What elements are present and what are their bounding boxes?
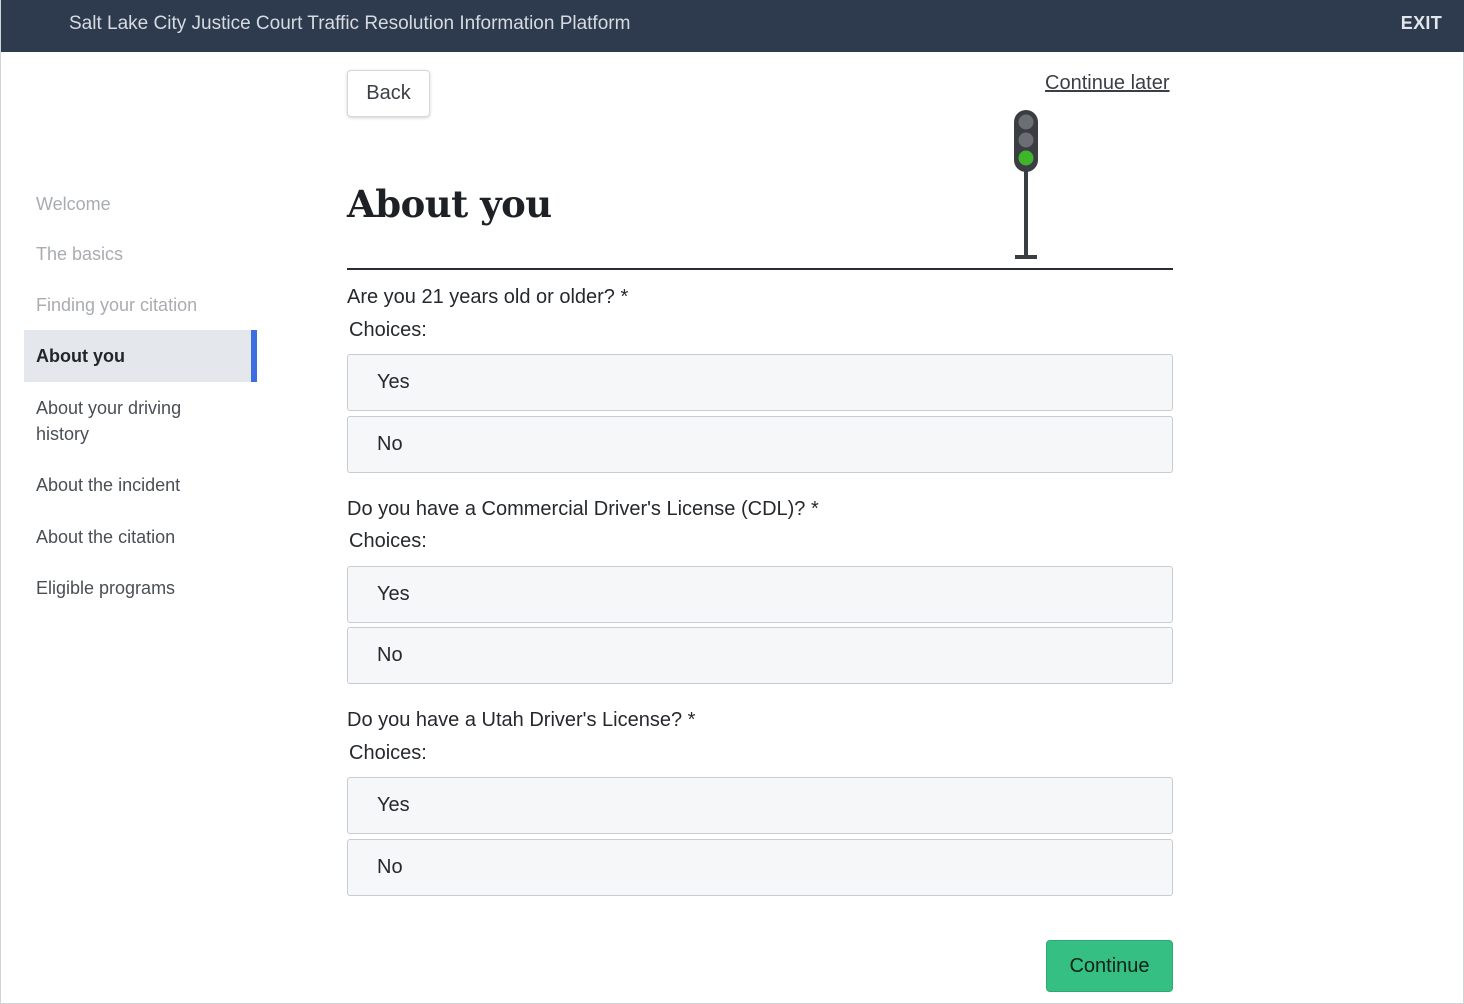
choice-cdl-yes[interactable]: Yes (347, 566, 1173, 623)
sidebar-item-finding-your-citation[interactable]: Finding your citation (24, 279, 257, 330)
title-divider (347, 268, 1173, 270)
choices-label: Choices: (349, 742, 427, 764)
back-button[interactable]: Back (347, 70, 430, 117)
app-frame: Salt Lake City Justice Court Traffic Res… (0, 0, 1464, 1004)
sidebar-item-about-the-incident[interactable]: About the incident (24, 472, 257, 524)
question-utah-license: Do you have a Utah Driver's License? * (347, 709, 696, 731)
sidebar-item-welcome[interactable]: Welcome (24, 178, 257, 228)
exit-button[interactable]: EXIT (1401, 13, 1442, 34)
choices-label: Choices: (349, 319, 427, 341)
choice-utah-license-no[interactable]: No (347, 839, 1173, 896)
top-bar: Salt Lake City Justice Court Traffic Res… (1, 0, 1464, 52)
continue-later-link[interactable]: Continue later (1045, 72, 1170, 95)
question-age-21: Are you 21 years old or older? * (347, 286, 629, 308)
app-title: Salt Lake City Justice Court Traffic Res… (69, 13, 631, 34)
sidebar-item-eligible-programs[interactable]: Eligible programs (24, 575, 257, 626)
choices-label: Choices: (349, 530, 427, 552)
page-title: About you (347, 182, 552, 226)
question-cdl: Do you have a Commercial Driver's Licens… (347, 498, 819, 520)
sidebar-item-the-basics[interactable]: The basics (24, 228, 257, 279)
sidebar-item-about-you[interactable]: About you (24, 330, 257, 382)
traffic-light-icon (1014, 110, 1038, 259)
sidebar-item-about-the-citation[interactable]: About the citation (24, 524, 257, 575)
sidebar-nav: Welcome The basics Finding your citation… (24, 178, 257, 626)
choice-cdl-no[interactable]: No (347, 627, 1173, 684)
choice-age-21-yes[interactable]: Yes (347, 354, 1173, 411)
choice-utah-license-yes[interactable]: Yes (347, 777, 1173, 834)
sidebar-item-about-your-driving-history[interactable]: About your driving history (24, 382, 224, 472)
continue-button[interactable]: Continue (1046, 940, 1173, 992)
choice-age-21-no[interactable]: No (347, 416, 1173, 473)
